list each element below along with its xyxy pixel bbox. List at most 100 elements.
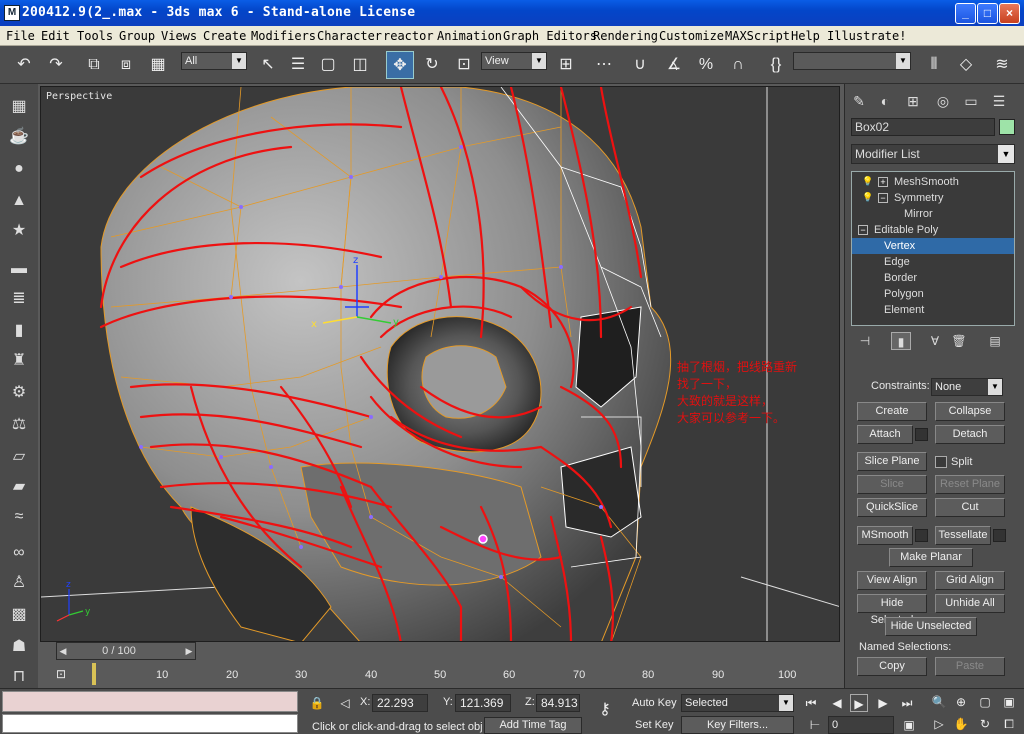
- torus-knot-icon[interactable]: ∞: [6, 540, 32, 566]
- menu-reactor[interactable]: reactor: [383, 29, 434, 43]
- detach-button[interactable]: Detach: [935, 425, 1005, 444]
- create-tab-icon[interactable]: ✎: [847, 90, 871, 112]
- select-by-name-icon[interactable]: ☰: [284, 51, 312, 79]
- perspective-viewport[interactable]: z x y z y Perspective 抽了根烟，把线路重新 找了一下， 大…: [40, 86, 840, 642]
- percent-snap-icon[interactable]: %: [692, 51, 720, 79]
- time-configuration-icon[interactable]: ▣: [900, 716, 918, 734]
- add-time-tag-button[interactable]: Add Time Tag: [484, 717, 582, 734]
- manipulate-icon[interactable]: ⋯: [590, 51, 618, 79]
- snap-toggle-icon[interactable]: ∪: [626, 51, 654, 79]
- go-to-end-icon[interactable]: ⏭: [898, 694, 916, 712]
- split-checkbox[interactable]: [935, 456, 947, 468]
- current-frame-field[interactable]: 0: [828, 716, 894, 734]
- previous-frame-icon[interactable]: ◀: [828, 694, 846, 712]
- link-icon[interactable]: ⧉: [80, 51, 108, 79]
- z-coordinate-field[interactable]: 84.913: [536, 694, 580, 712]
- collapse-button[interactable]: Collapse: [935, 402, 1005, 421]
- make-planar-button[interactable]: Make Planar: [889, 548, 973, 567]
- configure-sets-icon[interactable]: ▤: [985, 332, 1005, 350]
- select-and-move-icon[interactable]: ✥: [386, 51, 414, 79]
- menu-edit[interactable]: Edit: [41, 29, 70, 43]
- object-color-swatch[interactable]: [999, 119, 1015, 135]
- particle-icon[interactable]: ▩: [6, 602, 32, 628]
- zoom-extents-icon[interactable]: ▢: [976, 693, 994, 711]
- menu-character[interactable]: Character: [317, 29, 382, 43]
- minimize-button[interactable]: _: [955, 3, 976, 24]
- maxscript-listener-top[interactable]: [2, 691, 298, 712]
- menu-tools[interactable]: Tools: [77, 29, 113, 43]
- bind-space-warp-icon[interactable]: ▦: [144, 51, 172, 79]
- sphere-icon[interactable]: ●: [6, 156, 32, 182]
- select-and-scale-icon[interactable]: ⊡: [450, 51, 478, 79]
- remove-modifier-icon[interactable]: 🗑: [949, 332, 969, 350]
- named-selection-icon[interactable]: {}: [762, 51, 790, 79]
- key-mode-dropdown[interactable]: Selected ▼: [681, 694, 794, 712]
- wave-icon[interactable]: ≈: [6, 504, 32, 530]
- cone-icon[interactable]: ▲: [6, 188, 32, 214]
- lightbulb-icon[interactable]: 💡: [862, 177, 873, 187]
- stack-item-mirror[interactable]: Mirror: [852, 206, 1014, 222]
- modify-tab-icon[interactable]: ◐: [873, 90, 897, 112]
- tessellate-settings-icon[interactable]: [993, 529, 1006, 542]
- reset-plane-button[interactable]: Reset Plane: [935, 475, 1005, 494]
- mirror-icon[interactable]: ⫴: [920, 51, 948, 79]
- quickslice-button[interactable]: QuickSlice: [857, 498, 927, 517]
- maxscript-listener-bottom[interactable]: [2, 714, 298, 733]
- undo-icon[interactable]: ↶: [10, 51, 38, 79]
- reference-coord-dropdown[interactable]: View ▼: [481, 52, 547, 70]
- msmooth-settings-icon[interactable]: [915, 529, 928, 542]
- stack-item-polygon[interactable]: Polygon: [852, 286, 1014, 302]
- cut-button[interactable]: Cut: [935, 498, 1005, 517]
- pivot-center-icon[interactable]: ⊞: [552, 51, 580, 79]
- stack-item-vertex[interactable]: Vertex: [852, 238, 1014, 254]
- menu-customize[interactable]: Customize: [659, 29, 724, 43]
- collapse-icon[interactable]: −: [858, 225, 868, 235]
- spring-icon[interactable]: ≣: [6, 286, 32, 312]
- unlink-icon[interactable]: ⧈: [112, 51, 140, 79]
- menu-group[interactable]: Group: [119, 29, 155, 43]
- rectangular-selection-icon[interactable]: ▢: [314, 51, 342, 79]
- viewport-label[interactable]: Perspective: [46, 91, 112, 102]
- utilities-tab-icon[interactable]: ☰: [987, 90, 1011, 112]
- grid-align-button[interactable]: Grid Align: [935, 571, 1005, 590]
- named-selection-dropdown[interactable]: ▼: [793, 52, 911, 70]
- modifier-list-dropdown[interactable]: Modifier List ▼: [851, 144, 1015, 164]
- current-frame-marker[interactable]: [92, 663, 96, 685]
- selected-vertex-marker[interactable]: [478, 534, 488, 544]
- copy-button[interactable]: Copy: [857, 657, 927, 676]
- helper-icon[interactable]: ⚖: [6, 412, 32, 438]
- menu-modifiers[interactable]: Modifiers: [251, 29, 316, 43]
- mini-curve-editor-icon[interactable]: ⊡: [52, 665, 70, 683]
- stack-item-border[interactable]: Border: [852, 270, 1014, 286]
- object-name-field[interactable]: Box02: [851, 118, 995, 136]
- make-unique-icon[interactable]: ∀: [925, 332, 945, 350]
- align-icon[interactable]: ◇: [952, 51, 980, 79]
- select-object-icon[interactable]: ↖: [254, 51, 282, 79]
- star-icon[interactable]: ★: [6, 218, 32, 244]
- attach-settings-icon[interactable]: [915, 428, 928, 441]
- biped-icon[interactable]: ♙: [6, 570, 32, 596]
- hide-unselected-button[interactable]: Hide Unselected: [885, 617, 977, 636]
- hierarchy-tab-icon[interactable]: ⊞: [901, 90, 925, 112]
- slice-button[interactable]: Slice: [857, 475, 927, 494]
- stack-item-symmetry[interactable]: 💡 − Symmetry: [852, 190, 1014, 206]
- play-icon[interactable]: ▶: [850, 694, 868, 712]
- track-bar[interactable]: ⊡ 10 20 30 40 50 60 70 80 90 100: [40, 663, 840, 687]
- slice-plane-button[interactable]: Slice Plane: [857, 452, 927, 471]
- view-align-button[interactable]: View Align: [857, 571, 927, 590]
- plane-icon[interactable]: ▱: [6, 444, 32, 470]
- app-icon[interactable]: M: [4, 5, 20, 21]
- box-icon[interactable]: ▬: [6, 256, 32, 282]
- go-to-start-icon[interactable]: ⏮: [802, 694, 820, 712]
- hide-selected-button[interactable]: Hide Selected: [857, 594, 927, 626]
- create-button[interactable]: Create: [857, 402, 927, 421]
- zoom-extents-all-icon[interactable]: ▣: [1000, 693, 1018, 711]
- gear-icon[interactable]: ⚙: [6, 380, 32, 406]
- teapot-small-icon[interactable]: ☗: [6, 634, 32, 660]
- cylinder-icon[interactable]: ▮: [6, 318, 32, 344]
- key-icon[interactable]: ⚷: [592, 701, 618, 719]
- menu-illustrate[interactable]: Illustrate!: [827, 29, 906, 43]
- teapot-icon[interactable]: ☕: [6, 124, 32, 150]
- y-coordinate-field[interactable]: 121.369: [455, 694, 511, 712]
- redo-icon[interactable]: ↷: [42, 51, 70, 79]
